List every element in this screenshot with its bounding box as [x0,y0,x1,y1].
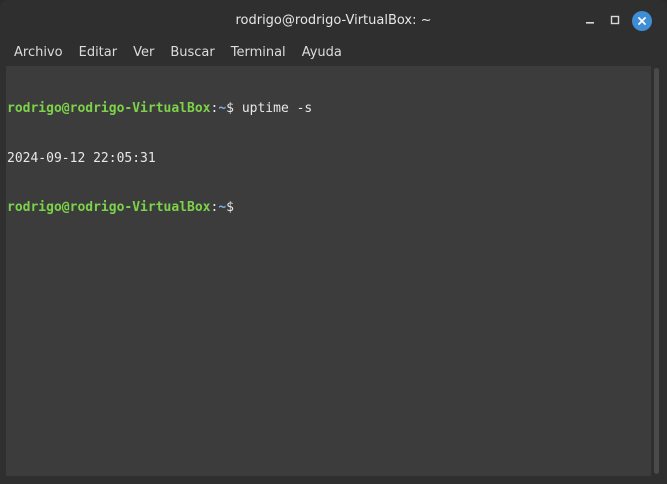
prompt-path: ~ [218,200,227,215]
maximize-button[interactable] [605,10,625,30]
terminal-output[interactable]: rodrigo@rodrigo-VirtualBox:~$ uptime -s … [6,66,651,476]
prompt-user: rodrigo@rodrigo-VirtualBox [7,101,211,116]
window-border-bottom [0,476,667,484]
prompt-symbol: $ [226,101,242,116]
text-cursor [242,200,250,215]
close-button[interactable] [632,11,652,31]
minimize-icon [586,22,594,24]
menu-ver[interactable]: Ver [125,40,162,66]
menu-editar[interactable]: Editar [71,40,126,66]
terminal-window: rodrigo@rodrigo-VirtualBox: ~ Archivo Ed… [0,0,667,484]
title-bar[interactable]: rodrigo@rodrigo-VirtualBox: ~ [0,0,667,40]
prompt-user: rodrigo@rodrigo-VirtualBox [7,200,211,215]
minimize-button[interactable] [580,10,600,30]
menu-terminal[interactable]: Terminal [223,40,294,66]
prompt-symbol: $ [226,200,242,215]
terminal-line: rodrigo@rodrigo-VirtualBox:~$ uptime -s [7,101,651,118]
scrollbar-thumb[interactable] [654,68,659,474]
window-title: rodrigo@rodrigo-VirtualBox: ~ [235,13,432,28]
menu-bar: Archivo Editar Ver Buscar Terminal Ayuda [0,40,667,66]
menu-archivo[interactable]: Archivo [6,40,71,66]
terminal-line: rodrigo@rodrigo-VirtualBox:~$ [7,200,651,217]
menu-ayuda[interactable]: Ayuda [294,40,350,66]
command-text: uptime -s [241,101,313,116]
window-border-right [661,40,667,484]
maximize-icon [610,15,620,25]
terminal-scrollbar[interactable] [651,66,661,476]
prompt-path: ~ [218,101,227,116]
menu-buscar[interactable]: Buscar [162,40,222,66]
close-icon [638,17,646,25]
terminal-line: 2024-09-12 22:05:31 [7,151,651,168]
command-output: 2024-09-12 22:05:31 [7,150,156,166]
